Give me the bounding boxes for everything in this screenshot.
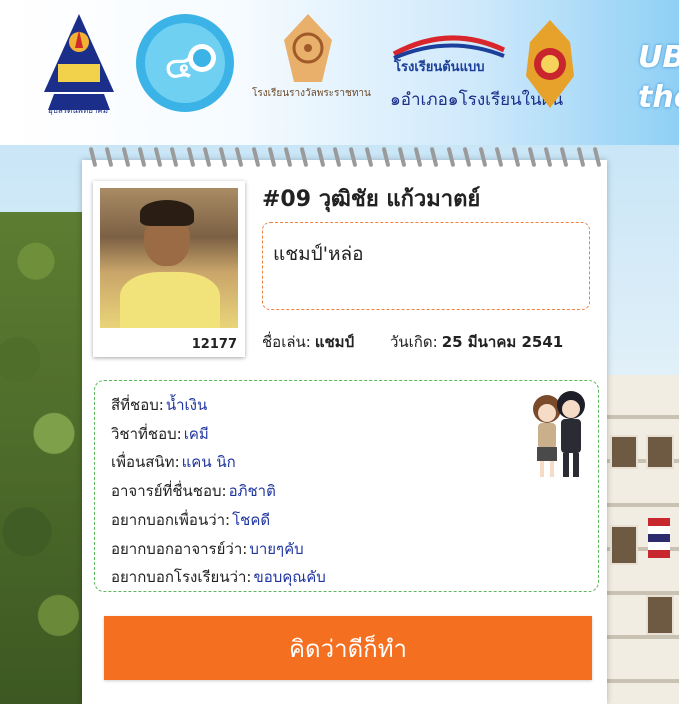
fav-value: แคน นิก: [181, 453, 236, 472]
fav-value: เคมี: [183, 424, 209, 443]
fav-label: อยากบอกเพื่อนว่า:: [111, 510, 231, 529]
fav-label: อยากบอกโรงเรียนว่า:: [111, 568, 252, 587]
fav-value: ขอบคุณคับ: [253, 568, 326, 587]
student-photo: [100, 188, 238, 328]
favorite-subject-row: วิชาที่ชอบ: เคมี: [111, 420, 326, 449]
nickname-label: ชื่อเล่น:: [262, 333, 311, 351]
best-friend-row: เพื่อนสนิท: แคน นิก: [111, 448, 326, 477]
birthday-row: วันเกิด: 25 มีนาคม 2541: [390, 330, 563, 354]
birthday-value: 25 มีนาคม 2541: [441, 333, 564, 351]
student-quote: แชมป์'หล่อ: [262, 222, 590, 310]
student-name: #09 วุฒิชัย แก้วมาตย์: [262, 187, 481, 212]
fav-value: น้ำเงิน: [165, 396, 208, 414]
banner-line-2: the: [638, 80, 679, 115]
fav-label: อยากบอกอาจารย์ว่า:: [111, 539, 248, 558]
message-friends-row: อยากบอกเพื่อนว่า: โชคดี: [111, 506, 326, 535]
dharma-wheel-emblem-icon: [284, 14, 332, 82]
fav-value: อภิชาติ: [228, 482, 276, 501]
banner-headline: UB the: [638, 38, 679, 118]
svg-text:๔: ๔: [164, 42, 194, 88]
favorite-color-row: สีที่ชอบ: น้ำเงิน: [111, 391, 326, 420]
birthday-label: วันเกิด:: [390, 333, 438, 351]
royal-award-caption: โรงเรียนรางวัลพระราชทาน: [252, 88, 371, 99]
header-banner: อุบลรัตน์พิทยาคม ๔ โรงเรียนรางวัลพระราชท…: [0, 0, 679, 145]
motto-banner: คิดว่าดีก็ทำ: [104, 616, 592, 680]
thai-flag: [648, 518, 670, 558]
favorite-teacher-row: อาจารย์ที่ชื่นชอบ: อภิชาติ: [111, 477, 326, 506]
fav-label: สีที่ชอบ:: [111, 396, 164, 414]
fav-label: อาจารย์ที่ชื่นชอบ:: [111, 482, 227, 501]
ministry-emblem-icon: [526, 20, 574, 108]
notebook-spiral: [85, 144, 605, 170]
chibi-couple-icon: [533, 391, 585, 477]
fav-label: เพื่อนสนิท:: [111, 453, 180, 472]
school-emblem-caption: อุบลรัตน์พิทยาคม: [47, 106, 109, 115]
fav-value: โชคดี: [232, 510, 271, 529]
message-teachers-row: อยากบอกอาจารย์ว่า: บายๆคับ: [111, 535, 326, 564]
favorites-list: สีที่ชอบ: น้ำเงิน วิชาที่ชอบ: เคมี เพื่อนส…: [111, 391, 326, 592]
model-school-title: โรงเรียนต้นแบบ: [394, 60, 485, 75]
message-school-row: อยากบอกโรงเรียนว่า: ขอบคุณคับ: [111, 563, 326, 592]
nickname-value: แชมป์: [314, 333, 355, 351]
fav-value: บายๆคับ: [249, 539, 304, 558]
banner-line-1: UB: [638, 40, 679, 75]
nickname-row: ชื่อเล่น: แชมป์: [262, 330, 354, 354]
favorites-panel: สีที่ชอบ: น้ำเงิน วิชาที่ชอบ: เคมี เพื่อนส…: [94, 380, 599, 592]
student-photo-frame: 12177: [93, 181, 245, 357]
fav-label: วิชาที่ชอบ:: [111, 424, 182, 443]
student-number: 12177: [191, 337, 237, 352]
anniversary-emblem-icon: ๔: [136, 14, 234, 112]
background-trees: [0, 212, 90, 704]
